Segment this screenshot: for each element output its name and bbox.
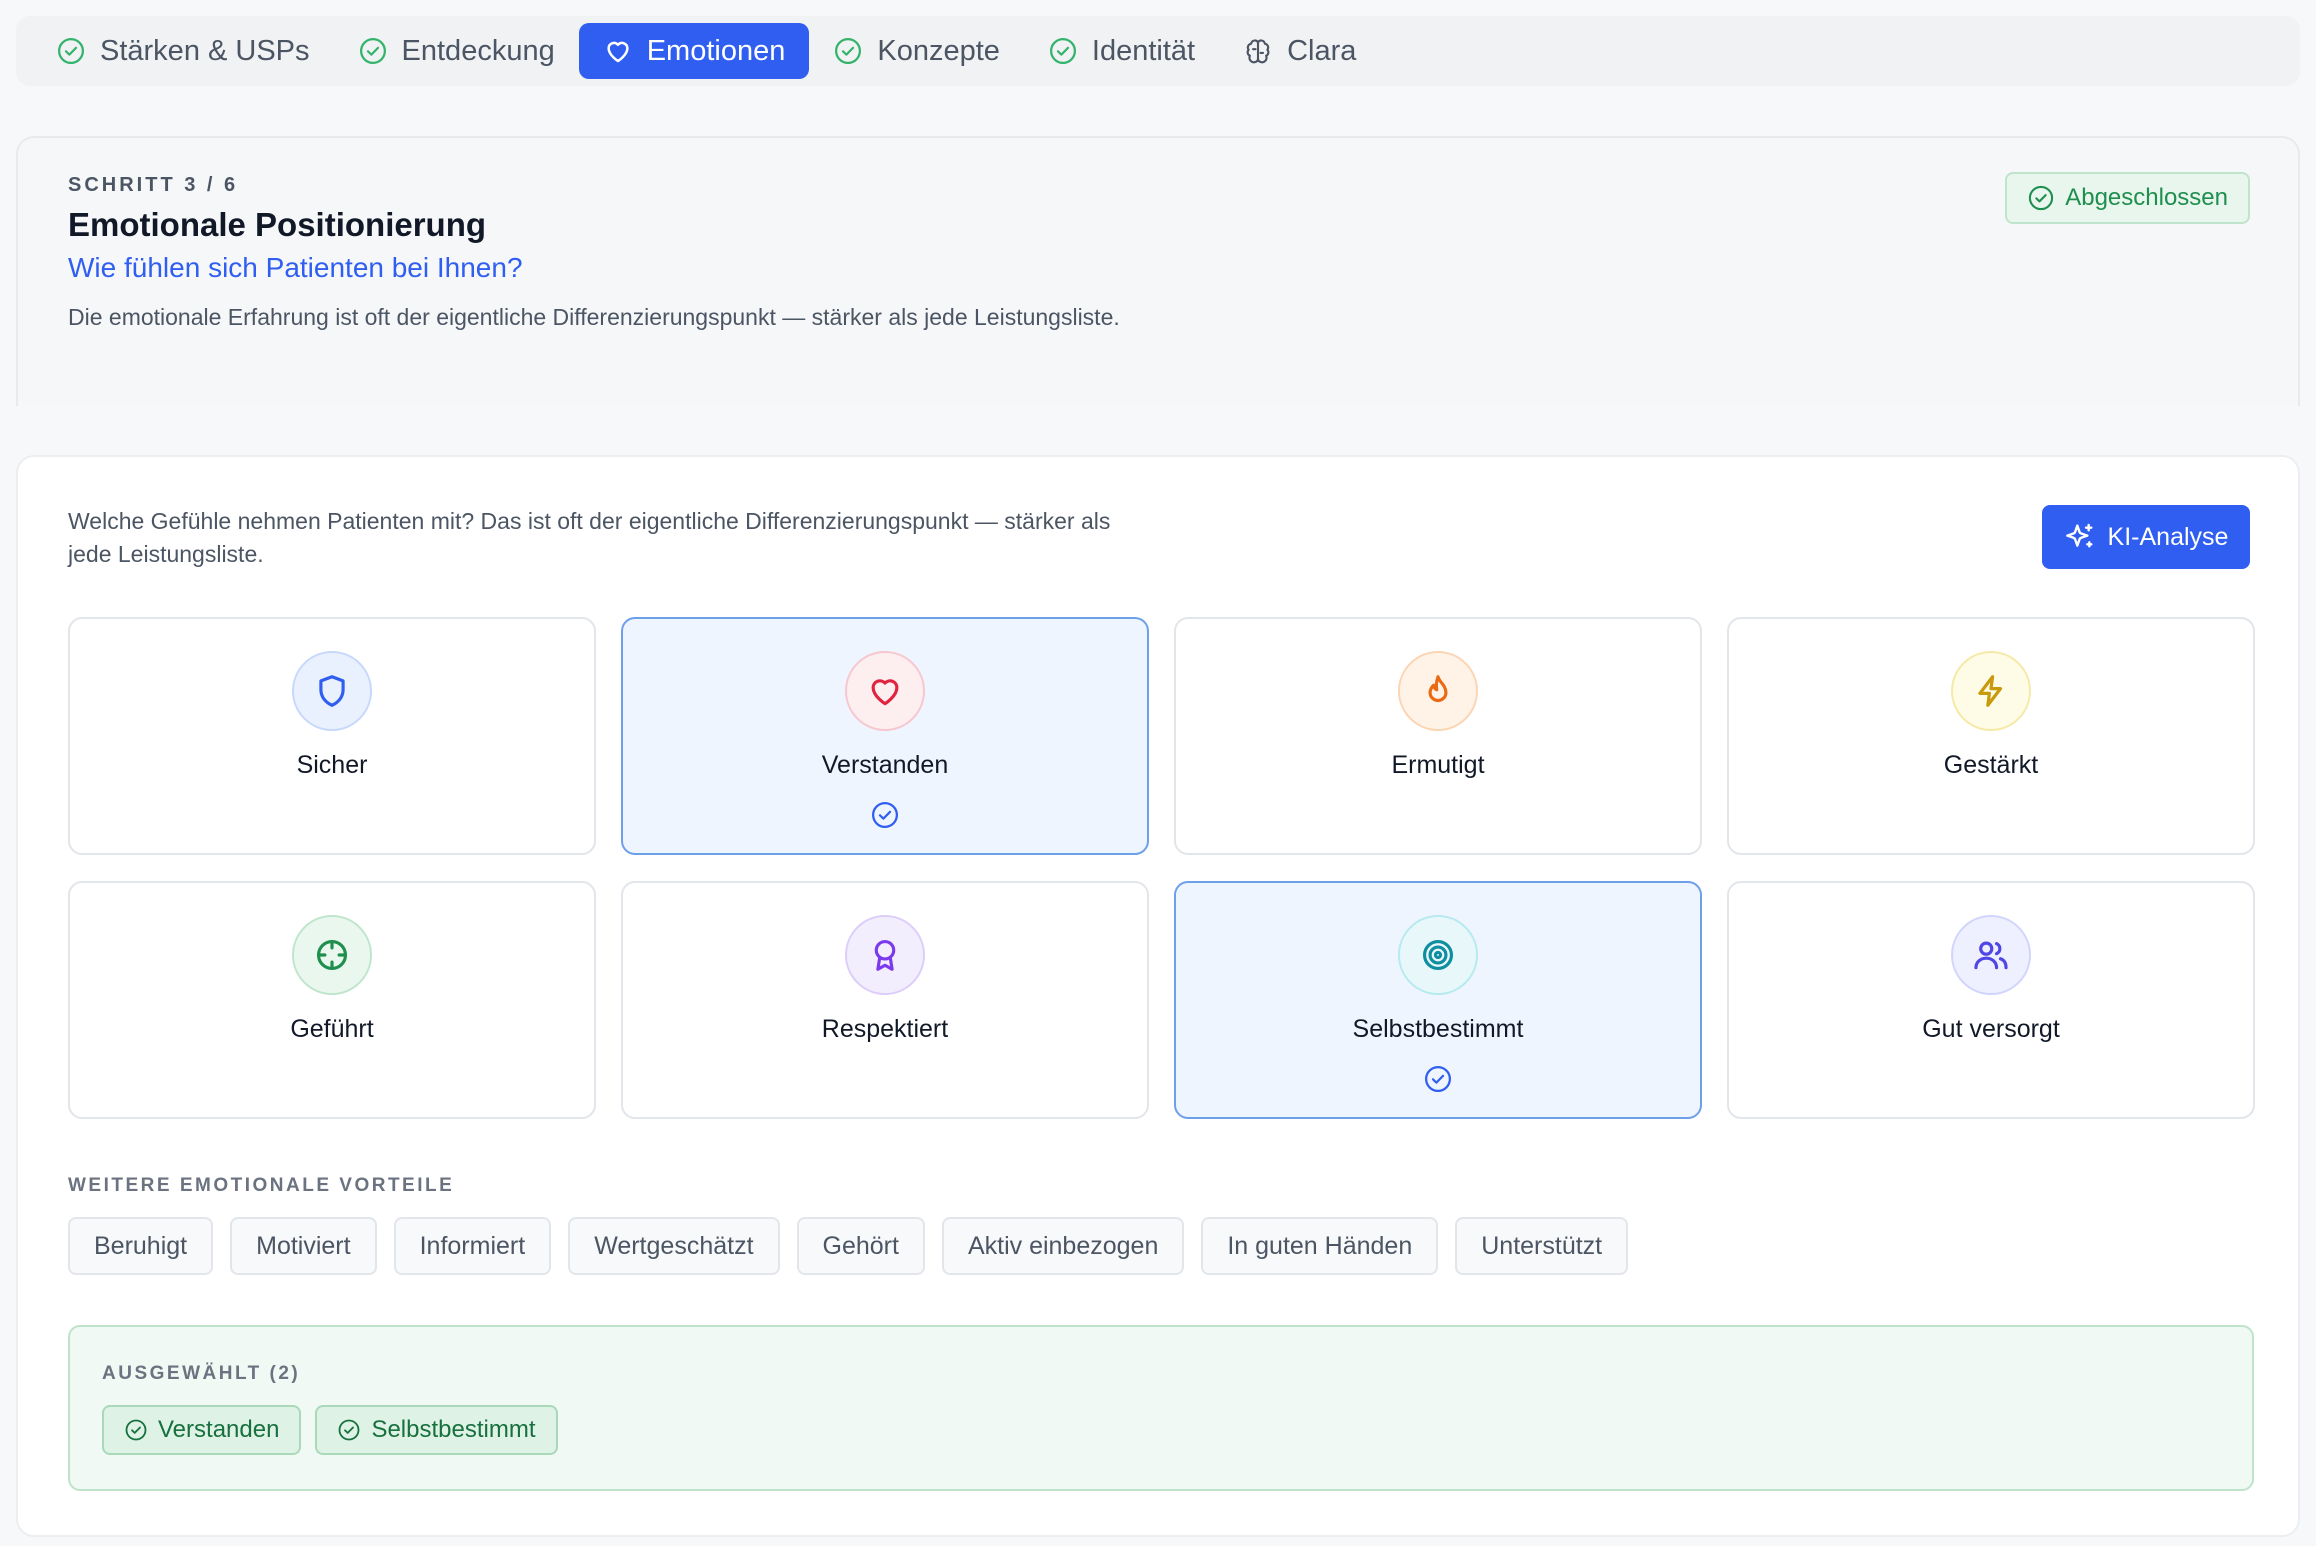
- sparkles-icon: [2065, 523, 2093, 548]
- step-counter: SCHRITT 3 / 6: [68, 174, 239, 196]
- benefit-chip[interactable]: Aktiv einbezogen: [941, 1217, 1185, 1275]
- emotion-card-ermutigt[interactable]: Ermutigt: [1174, 617, 1702, 855]
- status-badge: Abgeschlossen: [2005, 172, 2250, 224]
- heart-icon: [607, 41, 629, 63]
- emotion-card-respektiert[interactable]: Respektiert: [621, 881, 1149, 1119]
- emotion-label: Gestärkt: [1943, 751, 2039, 779]
- check-circle-icon: [1425, 1066, 1451, 1092]
- page-title: Emotionale Positionierung: [68, 206, 487, 243]
- status-badge-label: Abgeschlossen: [2065, 184, 2228, 211]
- flame-icon: [1428, 675, 1448, 703]
- benefit-chip[interactable]: Wertgeschätzt: [568, 1217, 780, 1275]
- tab-konzepte[interactable]: Konzepte: [809, 23, 1024, 79]
- check-circle-icon: [125, 1419, 147, 1441]
- tab-staerken-usps[interactable]: Stärken & USPs: [32, 23, 334, 79]
- emotion-label: Ermutigt: [1391, 751, 1485, 779]
- award-icon: [874, 939, 896, 971]
- emotions-panel: Welche Gefühle nehmen Patienten mit? Das…: [16, 455, 2300, 1537]
- benefit-chip[interactable]: Beruhigt: [68, 1217, 214, 1275]
- tab-label: Stärken & USPs: [100, 34, 310, 67]
- lightning-icon: [1978, 675, 2003, 707]
- selected-chip-label: Selbstbestimmt: [371, 1416, 536, 1443]
- check-circle-icon: [2029, 185, 2054, 211]
- emotion-card-verstanden[interactable]: Verstanden: [621, 617, 1149, 855]
- tab-entdeckung[interactable]: Entdeckung: [334, 23, 579, 79]
- emotion-icon-circle: [1398, 651, 1478, 731]
- emotion-icon-circle: [1398, 915, 1478, 995]
- selected-heading: AUSGEWÄHLT (2): [102, 1363, 301, 1384]
- panel-intro: Welche Gefühle nehmen Patienten mit? Das…: [68, 508, 1111, 567]
- tab-emotionen[interactable]: Emotionen: [578, 23, 810, 79]
- tab-label: Entdeckung: [401, 34, 555, 67]
- selected-chip-label: Verstanden: [158, 1416, 280, 1443]
- emotion-label: Sicher: [296, 751, 368, 779]
- check-circle-icon: [835, 38, 862, 64]
- heart-icon: [871, 679, 899, 706]
- tab-label: Emotionen: [646, 34, 786, 67]
- check-circle-icon: [339, 1419, 360, 1441]
- benefit-chip[interactable]: In guten Händen: [1201, 1217, 1439, 1275]
- brain-icon: [1246, 39, 1270, 64]
- emotion-card-gestaerkt[interactable]: Gestärkt: [1727, 617, 2255, 855]
- tab-identitaet[interactable]: Identität: [1024, 23, 1219, 79]
- tab-label: Konzepte: [877, 34, 1000, 67]
- emotion-label: Verstanden: [821, 751, 949, 779]
- emotion-label: Geführt: [290, 1015, 374, 1043]
- target-icon: [1422, 939, 1454, 971]
- step-header-card: SCHRITT 3 / 6 Emotionale Positionierung …: [16, 136, 2300, 406]
- ki-analyse-label: KI-Analyse: [2107, 522, 2229, 551]
- selected-summary: AUSGEWÄHLT (2) Verstanden Selbstbestimmt: [68, 1325, 2254, 1491]
- step-question: Wie fühlen sich Patienten bei Ihnen?: [68, 252, 523, 283]
- check-circle-icon: [872, 802, 898, 828]
- tab-label: Identität: [1091, 34, 1196, 67]
- benefit-chip[interactable]: Informiert: [393, 1217, 552, 1275]
- tab-clara[interactable]: Clara: [1219, 23, 1380, 79]
- more-benefits-chips: Beruhigt Motiviert Informiert Wertgeschä…: [68, 1217, 1629, 1275]
- compass-icon: [316, 939, 348, 971]
- tab-label: Clara: [1287, 34, 1357, 67]
- emotion-card-gut-versorgt[interactable]: Gut versorgt: [1727, 881, 2255, 1119]
- emotion-label: Gut versorgt: [1922, 1015, 2060, 1043]
- emotion-icon-circle: [845, 915, 925, 995]
- step-tabs: Stärken & USPs Entdeckung Emotionen Konz…: [16, 16, 2300, 86]
- emotion-card-gefuehrt[interactable]: Geführt: [68, 881, 596, 1119]
- benefit-chip[interactable]: Unterstützt: [1455, 1217, 1629, 1275]
- check-circle-icon: [1049, 38, 1076, 64]
- step-description: Die emotionale Erfahrung ist oft der eig…: [68, 304, 1120, 330]
- emotion-card-selbstbestimmt[interactable]: Selbstbestimmt: [1174, 881, 1702, 1119]
- benefit-chip[interactable]: Motiviert: [230, 1217, 377, 1275]
- check-circle-icon: [58, 38, 84, 64]
- emotion-icon-circle: [1951, 915, 2031, 995]
- check-circle-icon: [359, 38, 386, 64]
- emotion-card-sicher[interactable]: Sicher: [68, 617, 596, 855]
- emotion-icon-circle: [845, 651, 925, 731]
- emotion-label: Respektiert: [821, 1015, 949, 1043]
- users-icon: [1974, 941, 2008, 970]
- ki-analyse-button[interactable]: KI-Analyse: [2042, 505, 2250, 569]
- emotion-icon-circle: [292, 651, 372, 731]
- emotion-icon-circle: [1951, 651, 2031, 731]
- selected-chip[interactable]: Selbstbestimmt: [315, 1405, 558, 1455]
- selected-chips: Verstanden Selbstbestimmt: [102, 1405, 558, 1455]
- emotion-icon-circle: [292, 915, 372, 995]
- shield-icon: [319, 675, 345, 707]
- benefit-chip[interactable]: Gehört: [796, 1217, 925, 1275]
- selected-chip[interactable]: Verstanden: [102, 1405, 302, 1455]
- emotion-label: Selbstbestimmt: [1352, 1015, 1524, 1043]
- more-benefits-heading: WEITERE EMOTIONALE VORTEILE: [68, 1175, 455, 1196]
